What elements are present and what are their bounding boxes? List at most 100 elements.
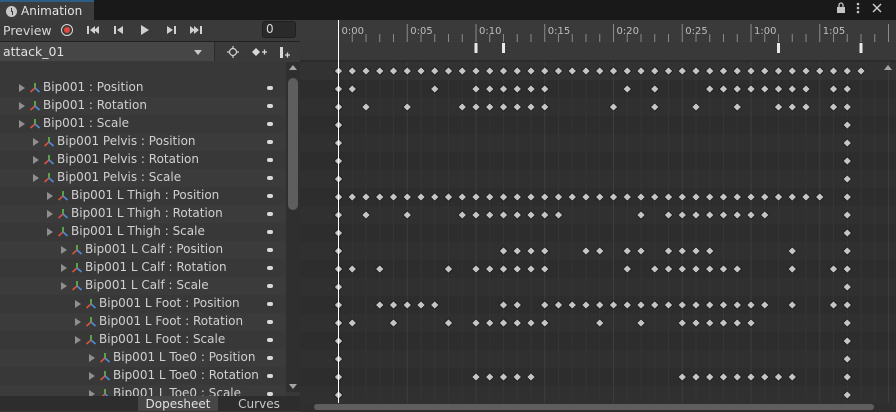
property-row[interactable]: Bip001 : Scale bbox=[0, 115, 286, 133]
expand-arrow-icon[interactable] bbox=[33, 138, 39, 146]
property-label: Bip001 L Thigh : Position bbox=[71, 188, 220, 202]
property-options-icon[interactable] bbox=[267, 338, 273, 342]
expand-arrow-icon[interactable] bbox=[61, 264, 67, 272]
property-row[interactable]: Bip001 L Toe0 : Rotation bbox=[0, 367, 286, 385]
property-options-icon[interactable] bbox=[267, 86, 273, 90]
property-row[interactable]: Bip001 L Thigh : Position bbox=[0, 187, 286, 205]
property-row[interactable]: Bip001 : Rotation bbox=[0, 97, 286, 115]
record-button[interactable] bbox=[56, 21, 78, 39]
track-row-bg bbox=[300, 260, 896, 278]
tab-dopesheet[interactable]: Dopesheet bbox=[138, 396, 218, 411]
property-options-icon[interactable] bbox=[267, 194, 273, 198]
preview-toggle[interactable]: Preview bbox=[3, 23, 52, 38]
property-options-icon[interactable] bbox=[267, 158, 273, 162]
add-event-button[interactable] bbox=[274, 43, 296, 61]
filter-key-icon bbox=[227, 46, 239, 58]
expand-arrow-icon[interactable] bbox=[19, 84, 25, 92]
filter-key-button[interactable] bbox=[222, 43, 244, 61]
tab-curves[interactable]: Curves bbox=[226, 396, 292, 411]
animation-event-marker[interactable] bbox=[474, 43, 478, 53]
property-options-icon[interactable] bbox=[267, 104, 273, 108]
close-icon[interactable] bbox=[872, 2, 882, 16]
last-key-icon bbox=[190, 26, 202, 34]
property-row[interactable]: Bip001 L Toe0 : Position bbox=[0, 349, 286, 367]
property-options-icon[interactable] bbox=[267, 122, 273, 126]
track-row-bg bbox=[300, 206, 896, 224]
expand-arrow-icon[interactable] bbox=[75, 318, 81, 326]
property-options-icon[interactable] bbox=[267, 356, 273, 360]
dopesheet-timeline[interactable]: 0:00 0:05 0:10 0:15 0:20 0:25 1:00 1:05 bbox=[300, 20, 896, 412]
transform-icon bbox=[43, 136, 55, 148]
expand-arrow-icon[interactable] bbox=[47, 210, 53, 218]
add-keyframe-button[interactable] bbox=[248, 43, 270, 61]
track-row-bg bbox=[300, 368, 896, 386]
prev-key-button[interactable] bbox=[108, 21, 130, 39]
transform-icon bbox=[43, 172, 55, 184]
property-options-icon[interactable] bbox=[267, 140, 273, 144]
timeline-scrollbar[interactable] bbox=[300, 403, 896, 411]
last-key-button[interactable] bbox=[186, 21, 208, 39]
property-row[interactable]: Bip001 Pelvis : Position bbox=[0, 133, 286, 151]
property-label: Bip001 L Foot : Scale bbox=[99, 332, 226, 346]
expand-arrow-icon[interactable] bbox=[47, 192, 53, 200]
ruler-label: 0:10 bbox=[479, 26, 501, 37]
property-row[interactable]: Bip001 Pelvis : Scale bbox=[0, 169, 286, 187]
first-key-icon bbox=[87, 26, 99, 34]
scroll-down-icon[interactable] bbox=[289, 384, 297, 389]
first-key-button[interactable] bbox=[82, 21, 104, 39]
property-options-icon[interactable] bbox=[267, 374, 273, 378]
track-row-bg bbox=[300, 350, 896, 368]
property-row[interactable]: Bip001 L Thigh : Rotation bbox=[0, 205, 286, 223]
property-row[interactable]: Bip001 L Calf : Position bbox=[0, 241, 286, 259]
property-row[interactable]: Bip001 L Thigh : Scale bbox=[0, 223, 286, 241]
lock-icon[interactable] bbox=[836, 2, 846, 16]
property-row[interactable]: Bip001 L Calf : Scale bbox=[0, 277, 286, 295]
property-row[interactable]: Bip001 : Position bbox=[0, 79, 286, 97]
property-row[interactable]: Bip001 Pelvis : Rotation bbox=[0, 151, 286, 169]
property-options-icon[interactable] bbox=[267, 266, 273, 270]
tab-animation[interactable]: Animation bbox=[0, 0, 94, 21]
expand-arrow-icon[interactable] bbox=[19, 120, 25, 128]
expand-arrow-icon[interactable] bbox=[33, 156, 39, 164]
property-options-icon[interactable] bbox=[267, 212, 273, 216]
transform-icon bbox=[85, 298, 97, 310]
timeline-scrollbar-thumb[interactable] bbox=[314, 404, 874, 410]
dopesheet-canvas[interactable]: 0:00 0:05 0:10 0:15 0:20 0:25 1:00 1:05 bbox=[300, 20, 896, 412]
property-options-icon[interactable] bbox=[267, 320, 273, 324]
next-key-button[interactable] bbox=[160, 21, 182, 39]
property-options-icon[interactable] bbox=[267, 284, 273, 288]
property-options-icon[interactable] bbox=[267, 230, 273, 234]
more-options-icon[interactable] bbox=[856, 2, 860, 17]
expand-arrow-icon[interactable] bbox=[61, 282, 67, 290]
play-button[interactable] bbox=[134, 21, 156, 39]
frame-field[interactable]: 0 bbox=[262, 21, 296, 38]
property-row[interactable]: Bip001 L Foot : Position bbox=[0, 295, 286, 313]
scrollbar-thumb[interactable] bbox=[288, 78, 298, 210]
ruler-label: 1:00 bbox=[754, 26, 776, 37]
expand-arrow-icon[interactable] bbox=[47, 228, 53, 236]
animation-event-marker[interactable] bbox=[859, 43, 863, 53]
expand-arrow-icon[interactable] bbox=[33, 174, 39, 182]
clip-dropdown[interactable]: attack_01 bbox=[0, 42, 215, 61]
expand-arrow-icon[interactable] bbox=[89, 354, 95, 362]
expand-arrow-icon[interactable] bbox=[75, 336, 81, 344]
property-row[interactable]: Bip001 L Foot : Scale bbox=[0, 331, 286, 349]
property-row[interactable]: Bip001 L Toe0 : Scale bbox=[0, 385, 286, 396]
property-options-icon[interactable] bbox=[267, 302, 273, 306]
scroll-up-icon[interactable] bbox=[289, 65, 297, 70]
property-row[interactable]: Bip001 L Calf : Rotation bbox=[0, 259, 286, 277]
property-row[interactable]: Bip001 L Foot : Rotation bbox=[0, 313, 286, 331]
property-label: Bip001 Pelvis : Scale bbox=[57, 170, 182, 184]
expand-arrow-icon[interactable] bbox=[75, 300, 81, 308]
expand-arrow-icon[interactable] bbox=[61, 246, 67, 254]
animation-event-marker[interactable] bbox=[502, 43, 505, 53]
expand-arrow-icon[interactable] bbox=[19, 102, 25, 110]
property-options-icon[interactable] bbox=[267, 176, 273, 180]
property-list-scrollbar[interactable] bbox=[286, 62, 300, 392]
property-label: Bip001 L Toe0 : Position bbox=[113, 350, 256, 364]
expand-arrow-icon[interactable] bbox=[89, 372, 95, 380]
property-label: Bip001 L Foot : Position bbox=[99, 296, 240, 310]
animation-event-marker[interactable] bbox=[777, 43, 780, 53]
transform-icon bbox=[99, 370, 111, 382]
property-options-icon[interactable] bbox=[267, 248, 273, 252]
